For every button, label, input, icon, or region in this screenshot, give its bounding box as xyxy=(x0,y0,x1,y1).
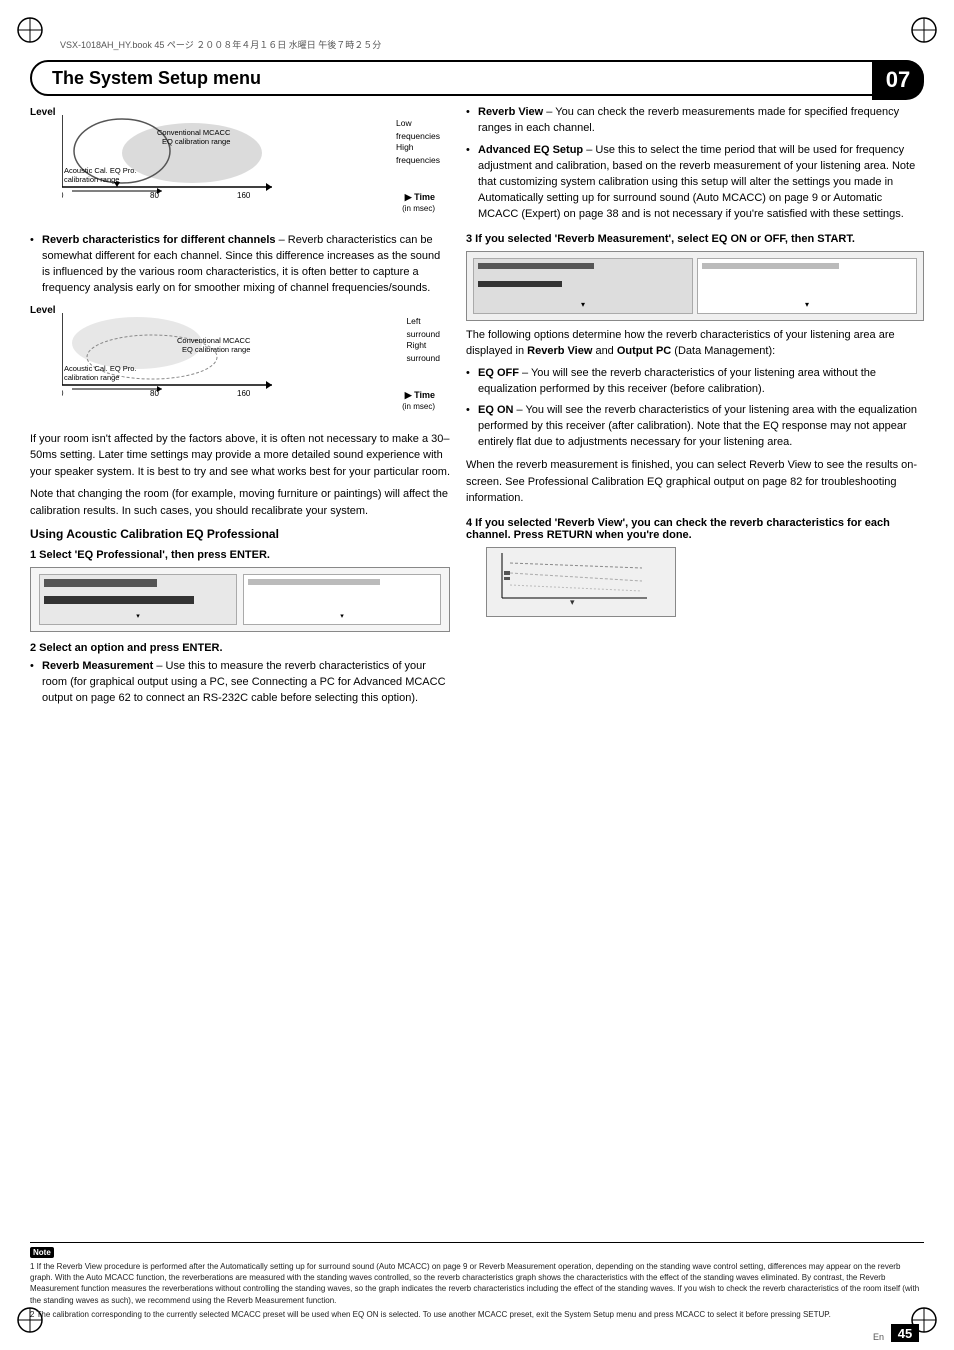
note-line1: 1 If the Reverb View procedure is perfor… xyxy=(30,1261,924,1306)
screen-bar-s1-1 xyxy=(44,579,157,587)
chart2-x-sub: (in msec) xyxy=(402,402,435,411)
screen-arrow-s1: ▾ xyxy=(44,612,232,620)
svg-text:160: 160 xyxy=(237,191,251,200)
corner-mark-tr xyxy=(909,15,939,45)
corner-mark-tl xyxy=(15,15,45,45)
bullet-reverb-measurement: Reverb Measurement – Use this to measure… xyxy=(30,659,450,707)
chart1-x-label: ▶ Time xyxy=(405,192,435,203)
bullet-reverb-view: Reverb View – You can check the reverb m… xyxy=(466,105,924,137)
screen-bar-light-s1 xyxy=(248,579,380,585)
step2-heading: 2 Select an option and press ENTER. xyxy=(30,642,450,654)
svg-text:▾: ▾ xyxy=(570,597,575,607)
svg-text:80: 80 xyxy=(150,191,159,200)
following-para: The following options determine how the … xyxy=(466,327,924,360)
screen-mockup-step1: ▾ ▾ xyxy=(30,567,450,632)
svg-text:0: 0 xyxy=(62,389,64,398)
page-title: The System Setup menu xyxy=(52,68,261,89)
screen-left-panel-s1: ▾ xyxy=(39,574,237,625)
reverb-view-screen: ▾ xyxy=(486,547,676,617)
page-number: 45 xyxy=(891,1324,919,1342)
screen-left-s3: ▾ xyxy=(473,258,693,314)
svg-text:Conventional MCACC: Conventional MCACC xyxy=(177,336,251,345)
note-section: Note 1 If the Reverb View procedure is p… xyxy=(30,1242,924,1320)
para-when-finished: When the reverb measurement is finished,… xyxy=(466,457,924,507)
chart1-svg: Acoustic Cal. EQ Pro. calibration range … xyxy=(62,115,292,200)
reverb-view-chart: ▾ xyxy=(492,553,657,608)
bullet-eq-off: EQ OFF – You will see the reverb charact… xyxy=(466,366,924,398)
bar-s3-r1 xyxy=(702,263,839,269)
svg-text:calibration range: calibration range xyxy=(64,373,119,382)
chart2-y-label: Level xyxy=(30,305,56,316)
svg-text:Conventional MCACC: Conventional MCACC xyxy=(157,128,231,137)
bar-s3-2 xyxy=(478,281,562,287)
para2: Note that changing the room (for example… xyxy=(30,486,450,519)
chart1-label-low: Lowfrequencies xyxy=(396,117,440,143)
arrow-s3-r: ▾ xyxy=(702,300,912,309)
screen-bar-s1-2 xyxy=(44,596,194,604)
bar-s3-1 xyxy=(478,263,594,269)
section-heading-acoustic: Using Acoustic Calibration EQ Profession… xyxy=(30,527,450,541)
right-column: Reverb View – You can check the reverb m… xyxy=(466,105,924,1310)
svg-text:EQ calibration range: EQ calibration range xyxy=(162,137,230,146)
left-column: Level Acoustic Cal. EQ Pro. calibration … xyxy=(30,105,450,1310)
svg-text:0: 0 xyxy=(62,191,64,200)
svg-text:80: 80 xyxy=(150,389,159,398)
step4-heading: 4 If you selected 'Reverb View', you can… xyxy=(466,517,924,541)
svg-text:calibration range: calibration range xyxy=(64,175,119,184)
svg-text:EQ calibration range: EQ calibration range xyxy=(182,345,250,354)
arrow-s3-1: ▾ xyxy=(478,300,688,309)
step3-heading: 3 If you selected 'Reverb Measurement', … xyxy=(466,233,924,245)
svg-text:Acoustic Cal. EQ Pro.: Acoustic Cal. EQ Pro. xyxy=(64,166,137,175)
chart1: Level Acoustic Cal. EQ Pro. calibration … xyxy=(30,105,340,215)
svg-text:160: 160 xyxy=(237,389,251,398)
note-line2: 2 The calibration corresponding to the c… xyxy=(30,1309,924,1320)
chart2-label-right: Rightsurround xyxy=(406,339,440,365)
chart2: Level Acoustic Cal. EQ Pro. calibration … xyxy=(30,303,340,413)
bullet-reverb-channels: Reverb characteristics for different cha… xyxy=(30,233,450,297)
screen-right-panel-s1: ▾ xyxy=(243,574,441,625)
bullet-advanced-eq: Advanced EQ Setup – Use this to select t… xyxy=(466,143,924,223)
chapter-number: 07 xyxy=(872,60,924,100)
chart1-label-high: Highfrequencies xyxy=(396,141,440,167)
chart2-x-label: ▶ Time xyxy=(405,390,435,401)
screen-right-s3: ▾ xyxy=(697,258,917,314)
chart1-y-label: Level xyxy=(30,107,56,118)
header-bar: The System Setup menu 07 xyxy=(30,60,924,96)
step1-heading: 1 Select 'EQ Professional', then press E… xyxy=(30,549,450,561)
chart2-svg: Acoustic Cal. EQ Pro. calibration range … xyxy=(62,313,292,398)
note-icon: Note xyxy=(30,1247,54,1258)
screen-arrow-s1-r: ▾ xyxy=(248,612,436,620)
chart1-x-sub: (in msec) xyxy=(402,204,435,213)
bullet-eq-on: EQ ON – You will see the reverb characte… xyxy=(466,403,924,451)
content-area: Level Acoustic Cal. EQ Pro. calibration … xyxy=(30,105,924,1310)
svg-text:Acoustic Cal. EQ Pro.: Acoustic Cal. EQ Pro. xyxy=(64,364,137,373)
screen-mockup-step3: ▾ ▾ xyxy=(466,251,924,321)
para1: If your room isn't affected by the facto… xyxy=(30,431,450,481)
file-info: VSX-1018AH_HY.book 45 ページ ２００８年４月１６日 水曜日… xyxy=(60,38,381,51)
chart2-label-left: Leftsurround xyxy=(406,315,440,341)
